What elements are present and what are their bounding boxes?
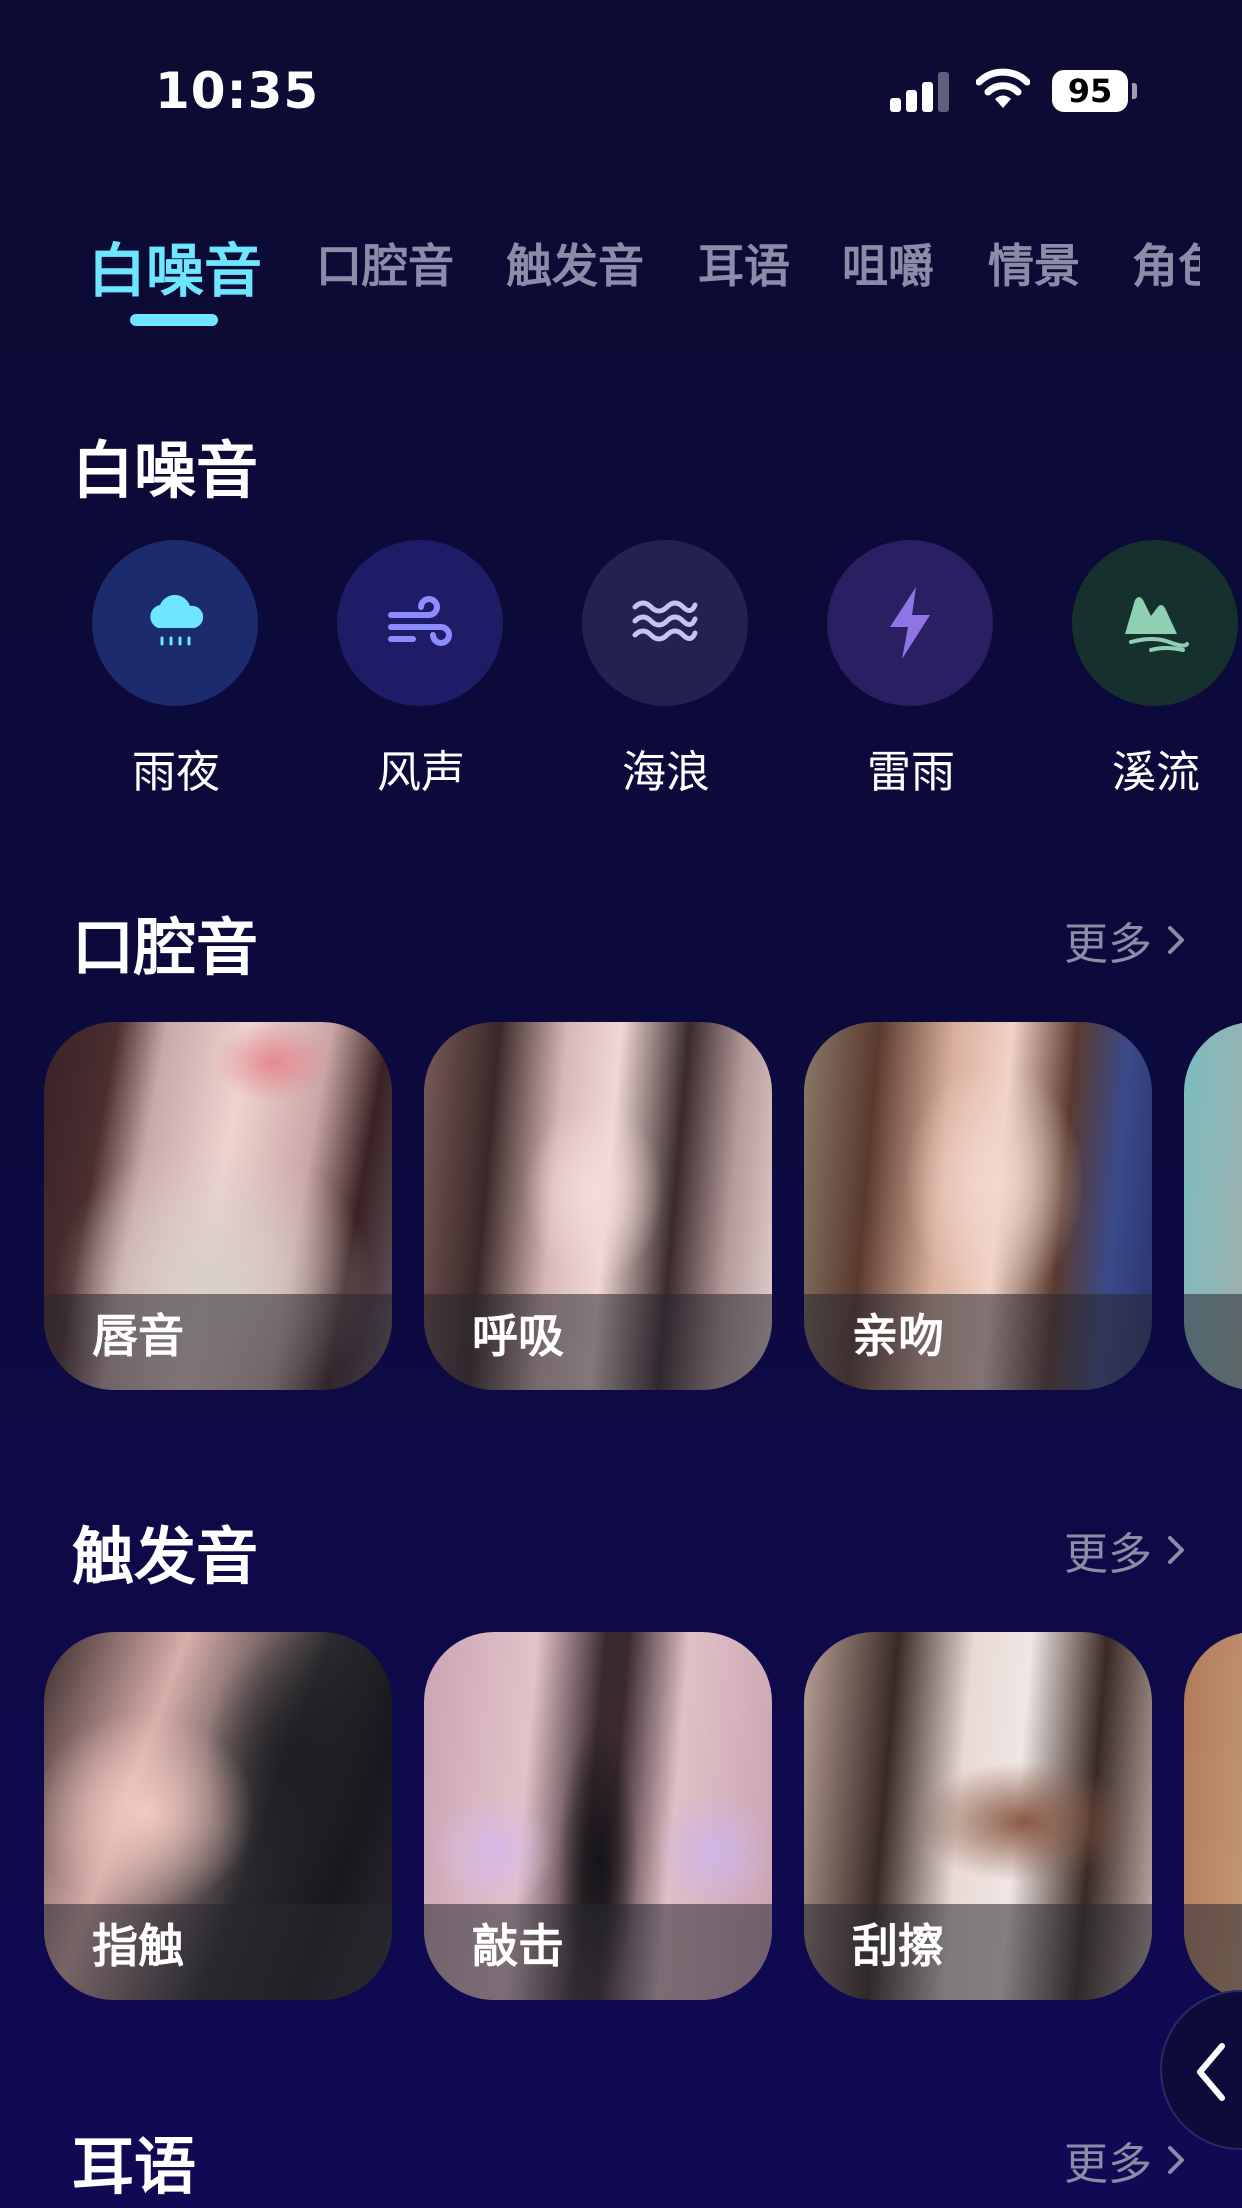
- noise-label: 海浪: [622, 747, 710, 798]
- trigger-card-scratching[interactable]: 刮擦: [804, 1632, 1152, 2000]
- wifi-icon: [975, 68, 1031, 110]
- category-tabs: 白噪音 口腔音 触发音 耳语 咀嚼 情景 角色: [0, 230, 1200, 340]
- chevron-left-icon: [1197, 2043, 1225, 2101]
- oral-card-breath[interactable]: 呼吸: [424, 1022, 772, 1390]
- whisper-more-link[interactable]: 更多: [1064, 2128, 1192, 2192]
- rain-cloud-icon: [92, 540, 258, 706]
- noise-label: 风声: [377, 747, 465, 798]
- white-noise-title: 白噪音: [72, 434, 259, 507]
- wind-icon: [337, 540, 503, 706]
- whisper-section-title: 耳语: [72, 2130, 197, 2203]
- oral-section-title: 口腔音: [72, 911, 259, 984]
- card-label: 亲吻: [852, 1309, 944, 1363]
- noise-label: 溪流: [1112, 747, 1200, 798]
- chevron-right-icon: [1168, 1536, 1184, 1564]
- card-label: 刮擦: [852, 1919, 944, 1973]
- card-label: 呼吸: [472, 1309, 564, 1363]
- trigger-card-tapping[interactable]: 敲击: [424, 1632, 772, 2000]
- noise-label: 雷雨: [867, 747, 955, 798]
- oral-card-kiss[interactable]: 亲吻: [804, 1022, 1152, 1390]
- battery-level: 95: [1052, 70, 1128, 112]
- more-label: 更多: [1064, 1529, 1152, 1580]
- tab-scenario[interactable]: 情景: [988, 230, 1080, 296]
- battery-cap: [1132, 83, 1137, 99]
- tab-oral[interactable]: 口腔音: [316, 230, 454, 296]
- card-label: 指触: [92, 1919, 184, 1973]
- more-label: 更多: [1064, 919, 1152, 970]
- noise-item-thunderstorm[interactable]: 雷雨: [827, 540, 995, 800]
- noise-item-rain-night[interactable]: 雨夜: [92, 540, 260, 800]
- battery-icon: 95: [1052, 70, 1137, 112]
- oral-more-link[interactable]: 更多: [1064, 908, 1192, 972]
- card-label-band: [1184, 1294, 1242, 1390]
- oral-card-lips[interactable]: 唇音: [44, 1022, 392, 1390]
- active-tab-indicator: [130, 314, 218, 326]
- trigger-more-link[interactable]: 更多: [1064, 1518, 1192, 1582]
- app-screen: 10:35 95 白噪音 口腔音 触发音 耳语 咀嚼 情景 角色 白噪音: [0, 0, 1242, 2208]
- card-label-band: [1184, 1904, 1242, 2000]
- trigger-card-finger-touch[interactable]: 指触: [44, 1632, 392, 2000]
- noise-label: 雨夜: [132, 747, 220, 798]
- oral-card-partial[interactable]: [1184, 1022, 1242, 1390]
- side-collapse-button[interactable]: [1160, 1990, 1242, 2150]
- stream-icon: [1072, 540, 1238, 706]
- more-label: 更多: [1064, 2139, 1152, 2190]
- lightning-icon: [827, 540, 993, 706]
- noise-item-waves[interactable]: 海浪: [582, 540, 750, 800]
- chevron-right-icon: [1168, 926, 1184, 954]
- card-label: 敲击: [472, 1919, 564, 1973]
- card-label: 唇音: [92, 1309, 184, 1363]
- tab-role[interactable]: 角色: [1132, 230, 1200, 296]
- status-bar: 10:35 95: [0, 0, 1242, 190]
- status-time: 10:35: [155, 62, 320, 120]
- tab-whisper[interactable]: 耳语: [698, 230, 790, 296]
- trigger-card-partial[interactable]: [1184, 1632, 1242, 2000]
- waves-icon: [582, 540, 748, 706]
- trigger-section-title: 触发音: [72, 1520, 259, 1593]
- tab-chewing[interactable]: 咀嚼: [842, 230, 934, 296]
- tab-trigger[interactable]: 触发音: [506, 230, 644, 296]
- cellular-signal-icon: [890, 72, 952, 112]
- tab-white-noise[interactable]: 白噪音: [88, 230, 262, 308]
- noise-item-wind[interactable]: 风声: [337, 540, 505, 800]
- noise-item-stream[interactable]: 溪流: [1072, 540, 1240, 800]
- chevron-right-icon: [1168, 2146, 1184, 2174]
